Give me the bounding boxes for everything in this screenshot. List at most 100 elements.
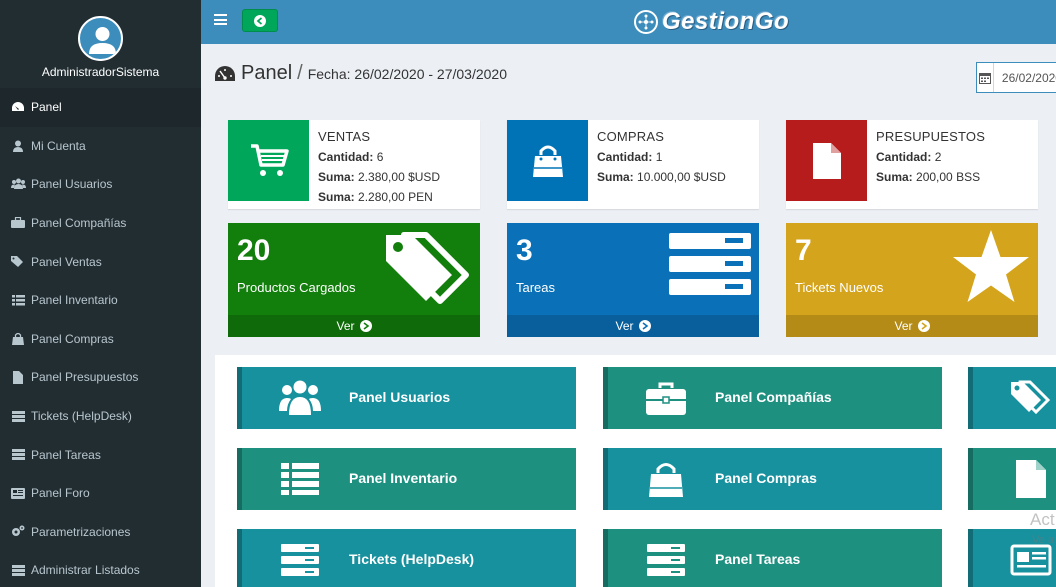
sidebar-item-label: Panel <box>31 100 62 115</box>
tasks-icon <box>10 448 26 462</box>
users-icon <box>276 377 324 419</box>
small-box-number: 20 <box>237 234 271 267</box>
file-icon <box>786 120 867 201</box>
sidebar-item-mi-cuenta[interactable]: Mi Cuenta <box>0 127 201 166</box>
tile-panel-presupuestos[interactable] <box>968 448 1056 510</box>
arrow-left-circle-icon <box>254 14 266 27</box>
content-header: Panel / Fecha: 26/02/2020 - 27/03/2020 <box>214 62 507 85</box>
back-button[interactable] <box>242 9 278 32</box>
small-box-footer-label: Ver <box>894 319 913 333</box>
info-box-compras: COMPRAS Cantidad: 1 Suma: 10.000,00 $USD <box>507 120 759 209</box>
small-box-footer-link[interactable]: Ver <box>228 315 480 337</box>
sidebar-item-label: Panel Compañías <box>31 216 127 231</box>
tags-icon <box>1007 377 1055 419</box>
tile-label: Panel Inventario <box>349 470 458 486</box>
sidebar-item-panel-inventario[interactable]: Panel Inventario <box>0 281 201 320</box>
tile-panel-ventas[interactable] <box>968 367 1056 429</box>
sidebar-item-panel[interactable]: Panel <box>0 88 201 127</box>
tile-panel-usuarios[interactable]: Panel Usuarios <box>237 367 576 429</box>
brand-logo[interactable]: GestionGo <box>634 6 789 38</box>
briefcase-icon <box>10 216 26 230</box>
file-icon <box>1007 458 1055 500</box>
small-box-tickets: 7 Tickets Nuevos Ver <box>786 223 1038 337</box>
sidebar-item-panel-presupuestos[interactable]: Panel Presupuestos <box>0 358 201 397</box>
sidebar-item-panel-companias[interactable]: Panel Compañías <box>0 204 201 243</box>
shopping-cart-icon <box>228 120 309 201</box>
tile-tickets-helpdesk[interactable]: Tickets (HelpDesk) <box>237 529 576 587</box>
small-box-footer-label: Ver <box>336 319 355 333</box>
sidebar-item-parametrizaciones[interactable]: Parametrizaciones <box>0 513 201 552</box>
list-alt-icon <box>10 563 26 577</box>
sidebar-item-label: Panel Tareas <box>31 447 101 462</box>
sidebar-item-label: Parametrizaciones <box>31 524 131 539</box>
tile-label: Panel Compañías <box>715 389 832 405</box>
small-box-footer-link[interactable]: Ver <box>507 315 759 337</box>
sidebar-item-tickets[interactable]: Tickets (HelpDesk) <box>0 397 201 436</box>
top-navbar: GestionGo <box>201 0 1056 44</box>
activation-watermark-sub: Ve a <box>1032 534 1055 546</box>
sidebar-item-label: Mi Cuenta <box>31 138 86 153</box>
briefcase-icon <box>642 377 690 419</box>
list-icon <box>276 458 324 500</box>
small-box-label: Tickets Nuevos <box>795 280 884 295</box>
arrow-circle-right-icon <box>638 320 651 332</box>
arrow-circle-right-icon <box>359 320 372 332</box>
sidebar-item-label: Administrar Listados <box>31 563 140 578</box>
sidebar-item-panel-tareas[interactable]: Panel Tareas <box>0 435 201 474</box>
small-box-productos: 20 Productos Cargados Ver <box>228 223 480 337</box>
sidebar-item-panel-foro[interactable]: Panel Foro <box>0 474 201 513</box>
tile-panel-inventario[interactable]: Panel Inventario <box>237 448 576 510</box>
tile-label: Panel Compras <box>715 470 817 486</box>
shopping-bag-icon <box>10 332 26 346</box>
tile-panel-companias[interactable]: Panel Compañías <box>603 367 942 429</box>
sidebar: AdministradorSistema Panel Mi Cuenta Pan… <box>0 0 201 587</box>
sidebar-item-panel-usuarios[interactable]: Panel Usuarios <box>0 165 201 204</box>
newspaper-icon <box>10 486 26 500</box>
info-box-title: PRESUPUESTOS <box>876 129 986 144</box>
tile-label: Panel Tareas <box>715 551 801 567</box>
logo-icon <box>634 10 658 34</box>
server-icon <box>10 409 26 423</box>
info-box-row: Suma: 200,00 BSS <box>876 170 981 184</box>
arrow-circle-right-icon <box>917 320 930 332</box>
date-range-picker[interactable]: 26/02/2020 - 27/03/2020 <box>976 62 1056 93</box>
info-box-content: VENTAS Cantidad: 6 Suma: 2.380,00 $USD S… <box>318 127 440 207</box>
star-icon <box>953 230 1029 302</box>
sidebar-item-label: Panel Inventario <box>31 293 118 308</box>
sidebar-item-administrar-listados[interactable]: Administrar Listados <box>0 551 201 587</box>
file-icon <box>10 370 26 384</box>
sidebar-item-label: Panel Compras <box>31 331 114 346</box>
menu-toggle-icon[interactable] <box>214 14 227 25</box>
sidebar-item-label: Panel Usuarios <box>31 177 113 192</box>
info-box-content: COMPRAS Cantidad: 1 Suma: 10.000,00 $USD <box>597 127 726 187</box>
info-box-row: Cantidad: 2 <box>876 150 942 164</box>
tile-panel-tareas[interactable]: Panel Tareas <box>603 529 942 587</box>
info-box-row: Suma: 2.280,00 PEN <box>318 190 433 204</box>
small-box-label: Productos Cargados <box>237 280 356 295</box>
small-box-footer-label: Ver <box>615 319 634 333</box>
sidebar-item-panel-ventas[interactable]: Panel Ventas <box>0 242 201 281</box>
tile-label: Tickets (HelpDesk) <box>349 551 475 567</box>
calendar-icon[interactable] <box>977 63 994 92</box>
shopping-bag-icon <box>642 458 690 500</box>
sidebar-item-label: Panel Foro <box>31 486 90 501</box>
dashboard-icon <box>10 100 26 114</box>
small-box-footer-link[interactable]: Ver <box>786 315 1038 337</box>
info-box-row: Cantidad: 6 <box>318 150 384 164</box>
user-panel: AdministradorSistema <box>0 0 201 88</box>
info-box-title: VENTAS <box>318 129 371 144</box>
info-box-presupuestos: PRESUPUESTOS Cantidad: 2 Suma: 200,00 BS… <box>786 120 1038 209</box>
tags-icon <box>10 255 26 269</box>
info-box-content: PRESUPUESTOS Cantidad: 2 Suma: 200,00 BS… <box>876 127 985 187</box>
date-range-input[interactable]: 26/02/2020 - 27/03/2020 <box>994 71 1056 85</box>
sidebar-menu: Panel Mi Cuenta Panel Usuarios Panel Com… <box>0 88 201 587</box>
shopping-bag-icon <box>507 120 588 201</box>
sidebar-item-panel-compras[interactable]: Panel Compras <box>0 320 201 359</box>
small-box-number: 7 <box>795 234 812 267</box>
page-title: Panel <box>241 62 293 84</box>
tile-panel-compras[interactable]: Panel Compras <box>603 448 942 510</box>
avatar[interactable] <box>78 16 123 61</box>
info-box-ventas: VENTAS Cantidad: 6 Suma: 2.380,00 $USD S… <box>228 120 480 209</box>
user-name: AdministradorSistema <box>41 65 160 79</box>
cogs-icon <box>10 525 26 539</box>
